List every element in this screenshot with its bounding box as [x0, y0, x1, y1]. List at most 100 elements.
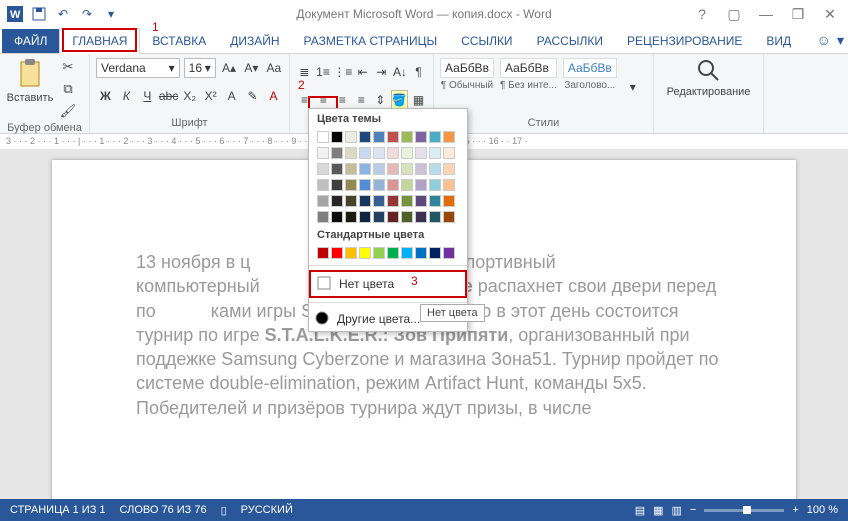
tab-design[interactable]: ДИЗАЙН	[218, 29, 291, 53]
numbering-button[interactable]: 1≡	[315, 62, 332, 82]
color-swatch[interactable]	[429, 247, 441, 259]
tab-mailings[interactable]: РАССЫЛКИ	[525, 29, 615, 53]
color-swatch[interactable]	[359, 131, 371, 143]
italic-button[interactable]: К	[117, 86, 136, 106]
zoom-in-button[interactable]: +	[792, 504, 798, 516]
color-swatch[interactable]	[359, 163, 371, 175]
color-swatch[interactable]	[401, 163, 413, 175]
color-swatch[interactable]	[443, 147, 455, 159]
color-swatch[interactable]	[387, 131, 399, 143]
style-normal[interactable]: АаБбВв¶ Обычный	[440, 58, 494, 91]
font-color-button[interactable]: A	[264, 86, 283, 106]
color-swatch[interactable]	[331, 147, 343, 159]
color-swatch[interactable]	[387, 211, 399, 223]
color-swatch[interactable]	[331, 131, 343, 143]
status-words[interactable]: СЛОВО 76 ИЗ 76	[120, 504, 207, 516]
status-page[interactable]: СТРАНИЦА 1 ИЗ 1	[10, 504, 106, 516]
color-swatch[interactable]	[345, 131, 357, 143]
tab-file[interactable]: ФАЙЛ	[2, 29, 59, 53]
color-swatch[interactable]	[317, 247, 329, 259]
tab-references[interactable]: ССЫЛКИ	[449, 29, 524, 53]
view-read-button[interactable]: ▤	[635, 504, 645, 517]
color-swatch[interactable]	[317, 147, 329, 159]
color-swatch[interactable]	[415, 163, 427, 175]
color-swatch[interactable]	[429, 179, 441, 191]
styles-more-button[interactable]: ▾	[623, 77, 643, 97]
color-swatch[interactable]	[331, 179, 343, 191]
color-swatch[interactable]	[317, 179, 329, 191]
color-swatch[interactable]	[331, 195, 343, 207]
font-name-combo[interactable]: Verdana▾	[96, 58, 180, 78]
color-swatch[interactable]	[373, 179, 385, 191]
close-button[interactable]: ✕	[816, 3, 844, 25]
paste-button[interactable]: Вставить	[6, 58, 54, 104]
tab-layout[interactable]: РАЗМЕТКА СТРАНИЦЫ	[292, 29, 450, 53]
color-swatch[interactable]	[345, 147, 357, 159]
underline-button[interactable]: Ч	[138, 86, 157, 106]
status-proofing-icon[interactable]: ▯	[221, 504, 227, 517]
format-painter-button[interactable]: 🖌	[58, 102, 78, 120]
text-effects-button[interactable]: A	[222, 86, 241, 106]
color-swatch[interactable]	[373, 195, 385, 207]
color-swatch[interactable]	[401, 131, 413, 143]
color-swatch[interactable]	[359, 147, 371, 159]
save-button[interactable]	[28, 3, 50, 25]
color-swatch[interactable]	[415, 247, 427, 259]
undo-button[interactable]: ↶	[52, 3, 74, 25]
restore-button[interactable]: ❐	[784, 3, 812, 25]
grow-font-button[interactable]: A▴	[220, 58, 238, 78]
color-swatch[interactable]	[415, 131, 427, 143]
body-paragraph-2[interactable]: Победителей и призёров турнира ждут приз…	[136, 396, 736, 420]
color-swatch[interactable]	[401, 211, 413, 223]
subscript-button[interactable]: X₂	[180, 86, 199, 106]
color-swatch[interactable]	[443, 211, 455, 223]
qat-dropdown[interactable]: ▾	[100, 3, 122, 25]
color-swatch[interactable]	[429, 131, 441, 143]
tab-view[interactable]: ВИД	[754, 29, 803, 53]
view-print-button[interactable]: ▦	[653, 504, 663, 517]
color-swatch[interactable]	[359, 179, 371, 191]
color-swatch[interactable]	[373, 131, 385, 143]
color-swatch[interactable]	[345, 195, 357, 207]
multilevel-button[interactable]: ⋮≡	[333, 62, 352, 82]
minimize-button[interactable]: —	[752, 3, 780, 25]
change-case-button[interactable]: Aa	[265, 58, 283, 78]
status-language[interactable]: РУССКИЙ	[241, 504, 293, 516]
color-swatch[interactable]	[387, 179, 399, 191]
decrease-indent-button[interactable]: ⇤	[354, 62, 371, 82]
shading-button[interactable]: 🪣	[391, 90, 408, 110]
color-swatch[interactable]	[373, 147, 385, 159]
editing-button[interactable]: Редактирование	[685, 58, 733, 98]
superscript-button[interactable]: X²	[201, 86, 220, 106]
color-swatch[interactable]	[429, 163, 441, 175]
color-swatch[interactable]	[415, 195, 427, 207]
color-swatch[interactable]	[443, 195, 455, 207]
color-swatch[interactable]	[429, 195, 441, 207]
justify-button[interactable]: ≡	[353, 90, 370, 110]
color-swatch[interactable]	[331, 211, 343, 223]
color-swatch[interactable]	[387, 247, 399, 259]
color-swatch[interactable]	[373, 211, 385, 223]
color-swatch[interactable]	[401, 195, 413, 207]
color-swatch[interactable]	[401, 247, 413, 259]
color-swatch[interactable]	[317, 163, 329, 175]
no-color-item[interactable]: Нет цвета 3	[309, 270, 467, 298]
color-swatch[interactable]	[401, 147, 413, 159]
color-swatch[interactable]	[345, 163, 357, 175]
copy-button[interactable]: ⧉	[58, 80, 78, 98]
color-swatch[interactable]	[387, 163, 399, 175]
color-swatch[interactable]	[345, 211, 357, 223]
style-no-spacing[interactable]: АаБбВв¶ Без инте...	[500, 58, 557, 91]
color-swatch[interactable]	[373, 247, 385, 259]
sign-in-icon[interactable]: ☺	[817, 32, 831, 49]
font-size-combo[interactable]: 16▾	[184, 58, 216, 78]
color-swatch[interactable]	[415, 211, 427, 223]
color-swatch[interactable]	[345, 179, 357, 191]
color-swatch[interactable]	[415, 179, 427, 191]
strike-button[interactable]: abc	[159, 86, 178, 106]
increase-indent-button[interactable]: ⇥	[373, 62, 390, 82]
color-swatch[interactable]	[359, 195, 371, 207]
color-swatch[interactable]	[443, 131, 455, 143]
color-swatch[interactable]	[345, 247, 357, 259]
ribbon-display-button[interactable]: ▢	[720, 3, 748, 25]
